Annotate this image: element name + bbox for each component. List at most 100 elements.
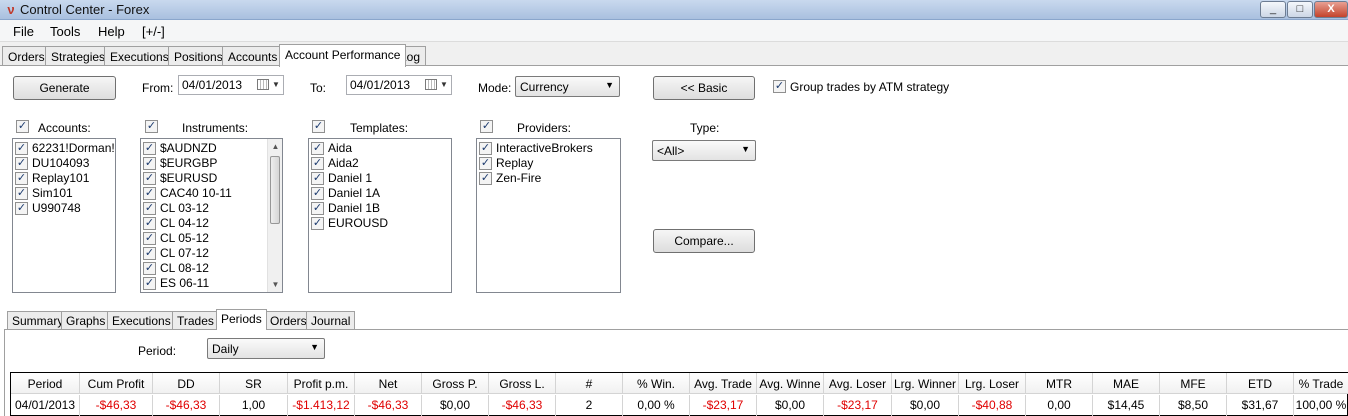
column-header-mtr[interactable]: MTR	[1026, 373, 1093, 394]
table-cell[interactable]: $31,67	[1227, 395, 1294, 416]
menu-file[interactable]: File	[13, 24, 34, 39]
column-header-net[interactable]: Net	[355, 373, 422, 394]
checkbox[interactable]: ✓	[143, 172, 156, 185]
subtab-executions[interactable]: Executions	[107, 311, 176, 329]
compare-button[interactable]: Compare...	[653, 229, 755, 253]
menu-toggle-expand[interactable]: [+/-]	[142, 24, 165, 39]
group-trades-checkbox[interactable]: ✓	[773, 80, 786, 93]
templates-select-all-checkbox[interactable]: ✓	[312, 120, 325, 133]
column-header-trade-pct[interactable]: % Trade	[1294, 373, 1348, 394]
tab-positions[interactable]: Positions	[168, 46, 229, 66]
table-cell[interactable]: -$46,33	[153, 395, 220, 416]
chevron-down-icon[interactable]: ▼	[440, 80, 448, 89]
from-date-picker[interactable]: 04/01/2013 ▼	[178, 75, 284, 95]
table-cell[interactable]: -$46,33	[489, 395, 556, 416]
table-cell[interactable]: -$46,33	[80, 395, 153, 416]
column-header-lrg-loser[interactable]: Lrg. Loser	[959, 373, 1026, 394]
table-cell[interactable]: -$23,17	[824, 395, 892, 416]
subtab-periods[interactable]: Periods	[216, 309, 267, 330]
basic-toggle-button[interactable]: << Basic	[653, 76, 755, 100]
scroll-thumb[interactable]	[270, 156, 280, 224]
column-header-mfe[interactable]: MFE	[1160, 373, 1227, 394]
checkbox[interactable]: ✓	[143, 232, 156, 245]
table-cell[interactable]: -$23,17	[690, 395, 757, 416]
table-cell[interactable]: $0,00	[892, 395, 959, 416]
column-header-cum-profit[interactable]: Cum Profit	[80, 373, 153, 394]
instruments-scrollbar[interactable]: ▲ ▼	[267, 139, 282, 292]
checkbox[interactable]: ✓	[143, 247, 156, 260]
subtab-orders[interactable]: Orders	[265, 311, 312, 329]
column-header-period[interactable]: Period	[11, 373, 80, 394]
maximize-button[interactable]: □	[1287, 1, 1313, 18]
type-select[interactable]: <All> ▼	[652, 140, 756, 161]
subtab-journal[interactable]: Journal	[306, 311, 356, 329]
column-header-mae[interactable]: MAE	[1093, 373, 1160, 394]
subtab-trades[interactable]: Trades	[172, 311, 219, 329]
checkbox[interactable]: ✓	[143, 277, 156, 290]
checkbox[interactable]: ✓	[143, 157, 156, 170]
table-cell[interactable]: 1,00	[220, 395, 288, 416]
table-cell[interactable]: -$1.413,12	[288, 395, 355, 416]
checkbox[interactable]: ✓	[479, 172, 492, 185]
checkbox[interactable]: ✓	[311, 172, 324, 185]
table-cell[interactable]: 2	[556, 395, 623, 416]
accounts-select-all-checkbox[interactable]: ✓	[16, 120, 29, 133]
calendar-icon[interactable]	[425, 79, 437, 90]
menu-help[interactable]: Help	[98, 24, 125, 39]
table-cell[interactable]: 0,00	[1026, 395, 1093, 416]
column-header-avg-loser[interactable]: Avg. Loser	[824, 373, 892, 394]
period-select[interactable]: Daily ▼	[207, 338, 325, 359]
column-header-profit-pm[interactable]: Profit p.m.	[288, 373, 355, 394]
column-header-etd[interactable]: ETD	[1227, 373, 1294, 394]
column-header-win-pct[interactable]: % Win.	[623, 373, 690, 394]
scroll-down-icon[interactable]: ▼	[268, 277, 282, 292]
scroll-up-icon[interactable]: ▲	[268, 139, 282, 154]
checkbox[interactable]: ✓	[15, 142, 28, 155]
column-header-avg-trade[interactable]: Avg. Trade	[690, 373, 757, 394]
mode-select[interactable]: Currency ▼	[515, 76, 620, 97]
table-cell[interactable]: $0,00	[422, 395, 489, 416]
column-header-gross-profit[interactable]: Gross P.	[422, 373, 489, 394]
checkbox[interactable]: ✓	[143, 187, 156, 200]
subtab-summary[interactable]: Summary	[7, 311, 69, 329]
table-cell[interactable]: 0,00 %	[623, 395, 690, 416]
column-header-lrg-winner[interactable]: Lrg. Winner	[892, 373, 959, 394]
minimize-button[interactable]: _	[1260, 1, 1286, 18]
checkbox[interactable]: ✓	[311, 157, 324, 170]
checkbox[interactable]: ✓	[15, 202, 28, 215]
table-cell[interactable]: -$46,33	[355, 395, 422, 416]
instruments-list[interactable]: ✓ $AUDNZD ✓ $EURGBP ✓ $EURUSD ✓ CAC40 10-11 …	[140, 138, 283, 293]
calendar-icon[interactable]	[257, 79, 269, 90]
tab-accounts[interactable]: Accounts	[222, 46, 284, 66]
tab-orders[interactable]: Orders	[2, 46, 51, 66]
column-header-count[interactable]: #	[556, 373, 623, 394]
checkbox[interactable]: ✓	[15, 172, 28, 185]
templates-list[interactable]: ✓ Aida ✓ Aida2 ✓ Daniel 1 ✓ Daniel 1A ✓ Danie…	[308, 138, 452, 293]
checkbox[interactable]: ✓	[143, 142, 156, 155]
column-header-dd[interactable]: DD	[153, 373, 220, 394]
table-cell[interactable]: 100,00 %	[1294, 395, 1348, 416]
column-header-gross-loss[interactable]: Gross L.	[489, 373, 556, 394]
checkbox[interactable]: ✓	[15, 157, 28, 170]
chevron-down-icon[interactable]: ▼	[272, 80, 280, 89]
generate-button[interactable]: Generate	[13, 76, 116, 100]
column-header-avg-winner[interactable]: Avg. Winne	[757, 373, 824, 394]
checkbox[interactable]: ✓	[479, 157, 492, 170]
table-cell[interactable]: $14,45	[1093, 395, 1160, 416]
checkbox[interactable]: ✓	[143, 217, 156, 230]
checkbox[interactable]: ✓	[311, 142, 324, 155]
close-button[interactable]: X	[1314, 1, 1348, 18]
subtab-graphs[interactable]: Graphs	[61, 311, 111, 329]
instruments-select-all-checkbox[interactable]: ✓	[145, 120, 158, 133]
to-date-picker[interactable]: 04/01/2013 ▼	[346, 75, 452, 95]
table-cell[interactable]: -$40,88	[959, 395, 1026, 416]
table-cell[interactable]: $0,00	[757, 395, 824, 416]
checkbox[interactable]: ✓	[143, 262, 156, 275]
tab-executions[interactable]: Executions	[104, 46, 175, 66]
providers-list[interactable]: ✓ InteractiveBrokers ✓ Replay ✓ Zen-Fire	[476, 138, 621, 293]
checkbox[interactable]: ✓	[143, 202, 156, 215]
tab-strategies[interactable]: Strategies	[45, 46, 112, 66]
checkbox[interactable]: ✓	[479, 142, 492, 155]
menu-tools[interactable]: Tools	[50, 24, 80, 39]
checkbox[interactable]: ✓	[15, 187, 28, 200]
